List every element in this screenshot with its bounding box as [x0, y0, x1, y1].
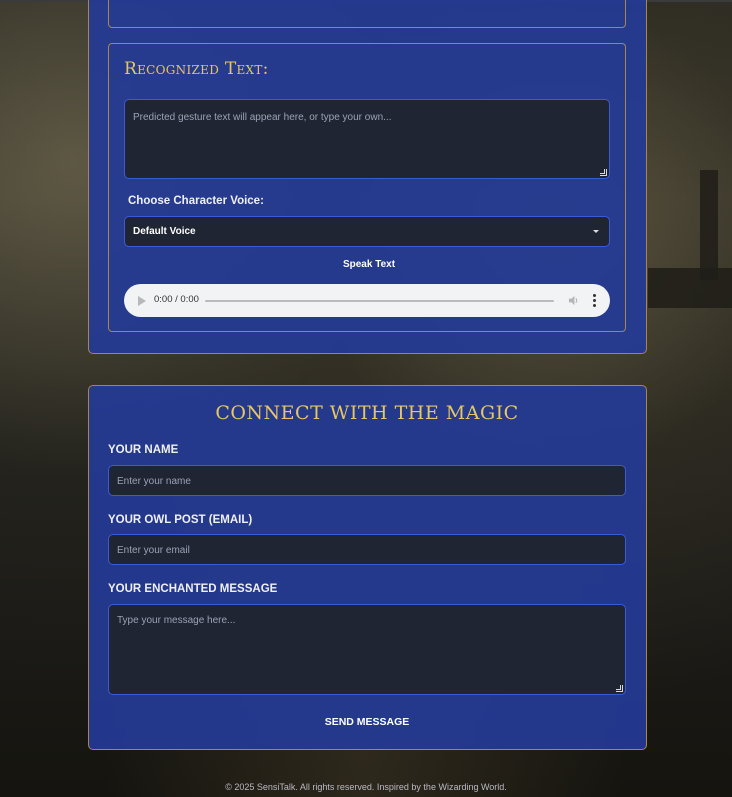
email-label: YOUR OWL POST (EMAIL): [108, 514, 253, 526]
name-label: YOUR NAME: [108, 444, 179, 456]
recognized-text-input[interactable]: Predicted gesture text will appear here,…: [124, 99, 610, 179]
contact-panel: [88, 385, 647, 750]
play-icon[interactable]: [138, 296, 146, 306]
audio-player: 0:00 / 0:00: [124, 284, 610, 317]
voice-label: Choose Character Voice:: [128, 195, 264, 207]
footer-copyright: © 2025 SensiTalk. All rights reserved. I…: [225, 782, 507, 792]
resize-handle-icon[interactable]: [600, 169, 607, 176]
message-placeholder: Type your message here...: [117, 615, 236, 626]
message-label: YOUR ENCHANTED MESSAGE: [108, 583, 278, 595]
email-placeholder: Enter your email: [117, 545, 190, 556]
volume-icon[interactable]: [568, 295, 579, 306]
message-input[interactable]: Type your message here...: [108, 604, 626, 695]
contact-title: CONNECT WITH THE MAGIC: [215, 402, 519, 424]
chevron-down-icon: [593, 230, 599, 233]
speak-text-button[interactable]: Speak Text: [124, 259, 614, 270]
voice-select[interactable]: Default Voice: [124, 216, 610, 247]
castle-bridge-silhouette: [648, 268, 732, 308]
audio-time: 0:00 / 0:00: [154, 294, 199, 305]
resize-handle-icon[interactable]: [616, 685, 623, 692]
name-input[interactable]: Enter your name: [108, 465, 626, 496]
recognized-text-heading: Recognized Text:: [124, 59, 269, 79]
more-options-icon[interactable]: [593, 294, 597, 307]
send-message-button[interactable]: SEND MESSAGE: [108, 716, 626, 728]
recognized-text-placeholder: Predicted gesture text will appear here,…: [133, 112, 392, 123]
castle-tower-silhouette: [700, 170, 718, 280]
audio-progress-slider[interactable]: [205, 300, 554, 302]
voice-selected-value: Default Voice: [133, 226, 196, 237]
email-input[interactable]: Enter your email: [108, 534, 626, 565]
previous-section-box: [108, 0, 626, 28]
name-placeholder: Enter your name: [117, 476, 191, 487]
